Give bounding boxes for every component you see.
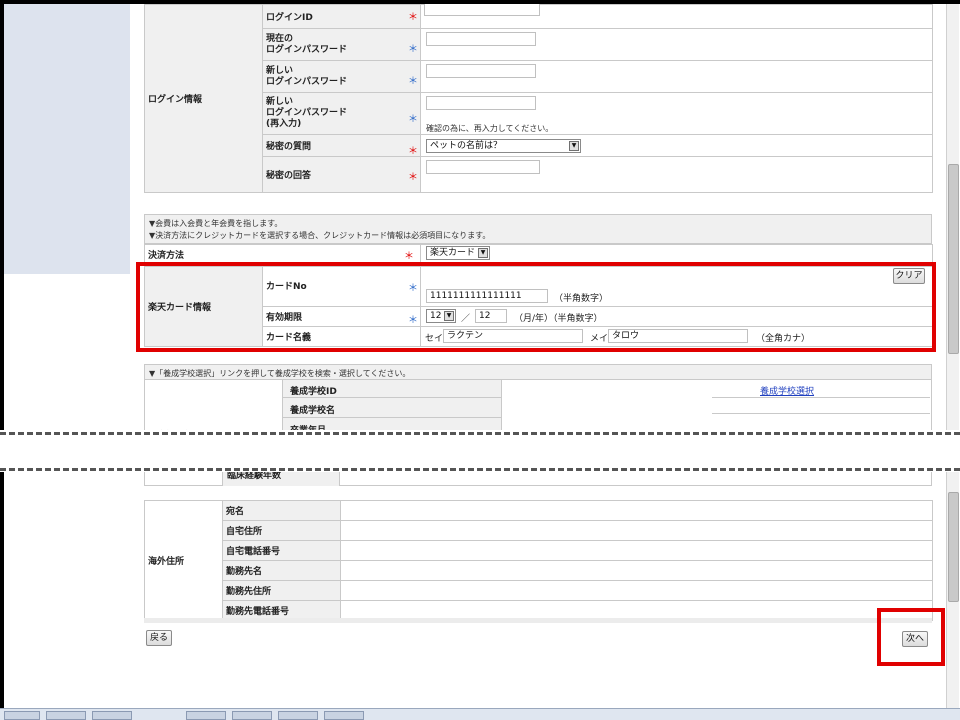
school-notice-box: ▼「養成学校選択」リンクを押して養成学校を検索・選択してください。 [144, 364, 932, 380]
required-marker: ＊ [408, 146, 418, 157]
payment-method-value: 楽天カード [430, 248, 476, 258]
payment-notice-box: ▼会費は入会費と年会費を指します。 ▼決済方法にクレジットカードを選択する場合、… [144, 214, 932, 244]
left-sidebar [4, 4, 130, 274]
divider [282, 417, 502, 418]
highlight-next-button [877, 608, 945, 666]
new-password-confirm-label: 新しい ログインパスワード (再入力) [262, 92, 421, 135]
screenshot-cut-line-bottom [0, 468, 960, 471]
required-marker: ＊ [408, 44, 418, 55]
payment-notice-line1: ▼会費は入会費と年会費を指します。 [149, 219, 283, 228]
taskbar-button[interactable] [186, 711, 226, 720]
secret-answer-label: 秘密の回答 [262, 156, 421, 193]
taskbar-button[interactable] [278, 711, 318, 720]
required-marker: ＊ [408, 12, 418, 23]
chevron-down-icon: ▼ [569, 141, 579, 151]
overseas-row-label: 勤務先名 [222, 560, 341, 581]
scrollbar-thumb[interactable] [948, 164, 959, 354]
overseas-address-table: 海外住所 宛名 自宅住所 自宅電話番号 勤務先名 勤務先住所 勤務先電話番号 [144, 500, 933, 621]
back-button[interactable]: 戻る [146, 630, 172, 646]
overseas-group-label: 海外住所 [144, 500, 223, 621]
overseas-row-label: 自宅住所 [222, 520, 341, 541]
new-password-label: 新しい ログインパスワード [262, 60, 421, 93]
taskbar [0, 708, 960, 720]
partial-row-label-cell: 臨床経験年数 [222, 472, 340, 486]
sidebar-blank [4, 274, 130, 434]
divider [712, 413, 930, 414]
reenter-note: 確認の為に、再入力してください。 [426, 124, 554, 133]
required-marker: ＊ [408, 114, 418, 125]
new-password-input[interactable] [426, 64, 536, 78]
taskbar-button[interactable] [232, 711, 272, 720]
current-password-input[interactable] [426, 32, 536, 46]
taskbar-button[interactable] [324, 711, 364, 720]
scrollbar-thumb[interactable] [948, 492, 959, 602]
cut-gap [0, 430, 960, 472]
secret-answer-input[interactable] [426, 160, 540, 174]
screenshot-cut-line-top [0, 432, 960, 435]
highlight-card-info [136, 262, 936, 352]
chevron-down-icon: ▼ [478, 248, 488, 258]
overseas-value-cell [340, 580, 933, 601]
school-name-label: 養成学校名 [290, 406, 336, 416]
login-id-input[interactable] [424, 4, 540, 16]
new-password-confirm-input[interactable] [426, 96, 536, 110]
overseas-value-cell [340, 520, 933, 541]
required-marker: ＊ [408, 172, 418, 183]
school-select-link[interactable]: 養成学校選択 [760, 384, 814, 397]
secret-question-select[interactable]: ペットの名前は？ ▼ [426, 139, 581, 153]
taskbar-button[interactable] [46, 711, 86, 720]
required-marker: ＊ [408, 76, 418, 87]
overseas-value-cell [340, 540, 933, 561]
secret-question-label: 秘密の質問 [262, 134, 421, 157]
overseas-row-label: 宛名 [222, 500, 341, 521]
school-id-label: 養成学校ID [290, 387, 337, 397]
login-id-label: ログインID [262, 4, 421, 29]
current-password-label: 現在の ログインパスワード [262, 28, 421, 61]
required-marker: ＊ [404, 251, 414, 262]
overseas-value-cell [340, 500, 933, 521]
footer-divider [144, 618, 932, 623]
scrollbar-lower[interactable] [946, 472, 959, 708]
divider [712, 397, 930, 398]
overseas-value-cell [340, 560, 933, 581]
payment-notice-line2: ▼決済方法にクレジットカードを選択する場合、クレジットカード情報は必須項目になり… [149, 231, 491, 240]
clinical-years-label: 臨床経験年数 [227, 472, 282, 481]
login-info-group-label: ログイン情報 [144, 4, 263, 193]
taskbar-button[interactable] [92, 711, 132, 720]
overseas-row-label: 勤務先住所 [222, 580, 341, 601]
taskbar-button[interactable] [4, 711, 40, 720]
redacted-area [424, 176, 494, 188]
overseas-row-label: 自宅電話番号 [222, 540, 341, 561]
scrollbar-upper[interactable] [946, 4, 959, 430]
school-notice: ▼「養成学校選択」リンクを押して養成学校を検索・選択してください。 [149, 369, 411, 378]
divider [282, 397, 502, 398]
secret-question-value: ペットの名前は？ [430, 141, 503, 151]
payment-method-select[interactable]: 楽天カード ▼ [426, 246, 490, 260]
